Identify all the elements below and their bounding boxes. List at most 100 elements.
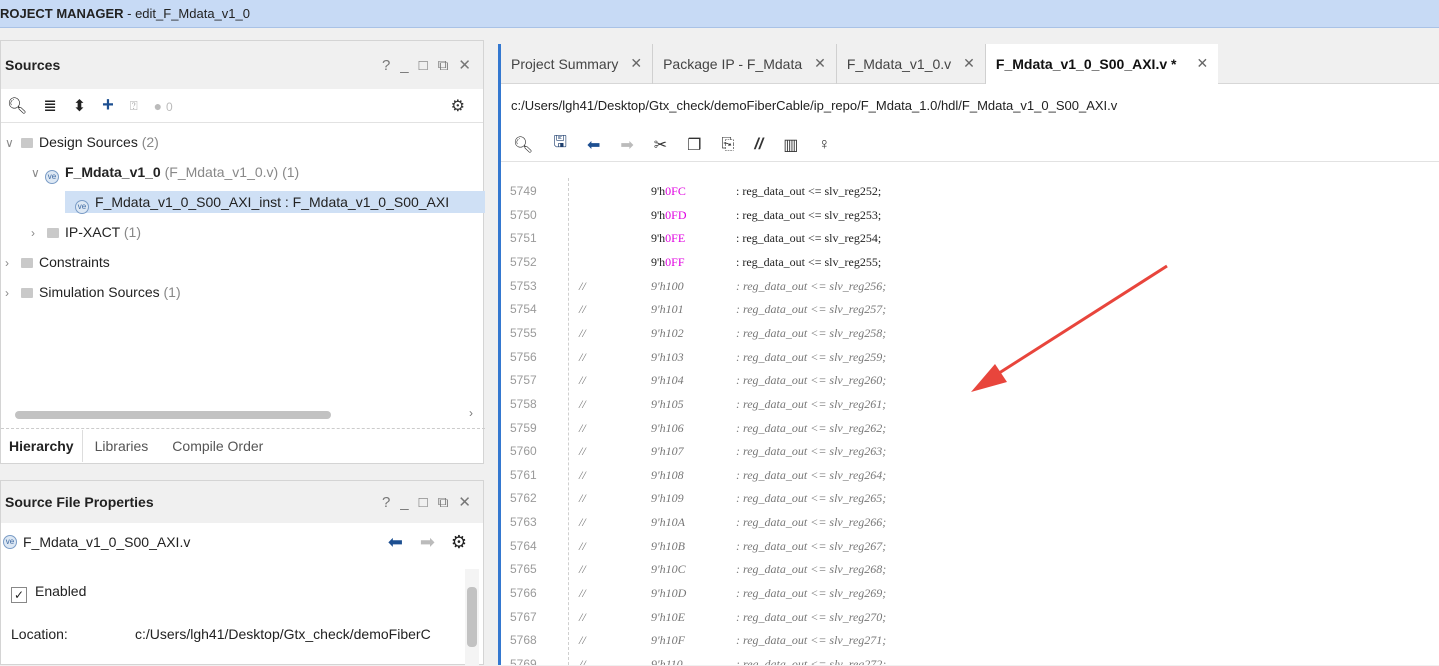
- statement: : reg_data_out <= slv_reg257;: [736, 302, 887, 317]
- vertical-scrollbar[interactable]: [465, 569, 479, 666]
- statement: : reg_data_out <= slv_reg270;: [736, 609, 887, 624]
- case-value: 9'h102: [651, 325, 684, 340]
- statement: : reg_data_out <= slv_reg254;: [736, 231, 882, 246]
- enabled-checkbox-row[interactable]: ✓ Enabled: [11, 583, 86, 603]
- case-value-hex: 0FE: [665, 231, 686, 246]
- tree-item-ipxact[interactable]: › IP-XACT (1): [31, 221, 141, 243]
- horizontal-scrollbar[interactable]: [15, 411, 331, 419]
- chevron-right-icon[interactable]: ›: [31, 222, 45, 244]
- info-icon[interactable]: ⍰: [130, 98, 138, 114]
- gear-icon[interactable]: ⚙: [451, 532, 467, 553]
- statement: : reg_data_out <= slv_reg267;: [736, 538, 887, 553]
- float-icon[interactable]: ⧉: [438, 494, 449, 511]
- case-value: 9'h0FF: [651, 255, 685, 270]
- collapse-all-icon[interactable]: ≣: [43, 96, 56, 116]
- case-value: 9'h103: [651, 349, 684, 364]
- statement: : reg_data_out <= slv_reg260;: [736, 373, 887, 388]
- redo-icon[interactable]: ➡: [620, 135, 633, 155]
- close-icon[interactable]: ✕: [1196, 55, 1208, 72]
- chevron-right-icon[interactable]: ›: [5, 252, 19, 274]
- tree-item-design-sources[interactable]: ∨ Design Sources (2): [5, 131, 159, 153]
- tree-item-instance[interactable]: ve F_Mdata_v1_0_S00_AXI_inst : F_Mdata_v1…: [65, 191, 485, 214]
- add-icon[interactable]: +: [102, 94, 114, 117]
- statement: : reg_data_out <= slv_reg272;: [736, 657, 887, 665]
- comment-marker: //: [579, 515, 586, 530]
- code-editor: Project Summary ✕ Package IP - F_Mdata ✕ F…: [498, 43, 1439, 665]
- help-icon[interactable]: ?: [382, 494, 390, 511]
- sources-title: Sources: [5, 57, 61, 73]
- minimize-icon[interactable]: _: [400, 57, 408, 74]
- code-line: // 9'h106: reg_data_out <= slv_reg262;: [501, 421, 1401, 445]
- location-row: Location: c:/Users/lgh41/Desktop/Gtx_chec…: [11, 626, 431, 642]
- maximize-icon[interactable]: □: [419, 494, 428, 511]
- tree-item-simulation-sources[interactable]: › Simulation Sources (1): [5, 281, 181, 303]
- case-value: 9'h107: [651, 444, 684, 459]
- case-value-hex: 0FF: [665, 254, 685, 269]
- tab-project-summary-label: Project Summary: [511, 55, 619, 72]
- comment-marker: //: [579, 420, 586, 435]
- ipxact-count: (1): [123, 224, 141, 240]
- statement: : reg_data_out <= slv_reg252;: [736, 184, 882, 198]
- enabled-checkbox[interactable]: ✓: [11, 587, 27, 603]
- tab-libraries[interactable]: Libraries: [83, 438, 161, 454]
- editor-tabs: Project Summary ✕ Package IP - F_Mdata ✕ F…: [501, 43, 1439, 84]
- cut-icon[interactable]: ✂: [654, 135, 667, 155]
- tab-s00-axi-label: F_Mdata_v1_0_S00_AXI.v *: [995, 55, 1177, 72]
- tab-s00-axi[interactable]: F_Mdata_v1_0_S00_AXI.v * ✕: [985, 43, 1219, 84]
- tab-package-ip[interactable]: Package IP - F_Mdata ✕: [653, 43, 837, 84]
- gear-icon[interactable]: ⚙: [451, 96, 465, 116]
- save-icon[interactable]: 🖫︎: [553, 131, 567, 158]
- close-icon[interactable]: ✕: [963, 55, 975, 72]
- chevron-right-icon[interactable]: ›: [5, 282, 19, 304]
- statement: : reg_data_out <= slv_reg256;: [736, 278, 887, 293]
- back-arrow-icon[interactable]: ⬅: [388, 532, 403, 553]
- case-value-prefix: 9'h: [651, 207, 666, 222]
- close-icon[interactable]: ✕: [458, 493, 471, 511]
- scroll-right-icon[interactable]: ›: [469, 406, 473, 420]
- float-icon[interactable]: ⧉: [438, 57, 449, 74]
- statement: : reg_data_out <= slv_reg269;: [736, 586, 887, 601]
- forward-arrow-icon[interactable]: ➡: [420, 532, 435, 553]
- close-icon[interactable]: ✕: [630, 55, 642, 72]
- comment-marker: //: [579, 609, 586, 624]
- paste-icon[interactable]: ⎘: [722, 136, 735, 154]
- minimize-icon[interactable]: _: [400, 494, 408, 511]
- folder-icon: [21, 288, 33, 298]
- comment-marker: //: [579, 444, 586, 459]
- tree-item-top-module[interactable]: ∨ ve F_Mdata_v1_0 (F_Mdata_v1_0.v) (1): [31, 161, 299, 184]
- case-value: 9'h106: [651, 420, 684, 435]
- file-properties-title: Source File Properties: [5, 494, 154, 510]
- case-value: 9'h100: [651, 278, 684, 293]
- close-icon[interactable]: ✕: [814, 55, 826, 72]
- comment-icon[interactable]: //: [754, 136, 763, 154]
- code-line: // 9'h109: reg_data_out <= slv_reg265;: [501, 491, 1401, 515]
- expand-all-icon[interactable]: ⬍: [73, 96, 86, 116]
- statement: : reg_data_out <= slv_reg263;: [736, 444, 887, 459]
- maximize-icon[interactable]: □: [419, 57, 428, 74]
- copy-icon[interactable]: ❐: [687, 135, 701, 155]
- statement: : reg_data_out <= slv_reg261;: [736, 396, 887, 411]
- columns-icon[interactable]: ▥: [783, 135, 798, 155]
- case-value: 9'h10F: [651, 633, 685, 648]
- help-icon[interactable]: ?: [382, 57, 390, 74]
- left-pane: Sources ? _ □ ⧉ ✕ 🔍︎ ≣ ⬍ + ⍰ ● 0 ⚙ ∨ Desi…: [0, 40, 486, 666]
- tab-project-summary[interactable]: Project Summary ✕: [501, 43, 654, 84]
- undo-icon[interactable]: ⬅: [587, 135, 600, 155]
- chevron-down-icon[interactable]: ∨: [31, 162, 45, 184]
- title-suffix: - edit_F_Mdata_v1_0: [123, 6, 250, 21]
- code-line: // 9'h107 : reg_data_out <= slv_reg263;: [501, 444, 1401, 468]
- search-icon[interactable]: 🔍︎: [7, 96, 27, 116]
- case-value: 9'h0FC: [651, 184, 686, 199]
- tree-item-constraints[interactable]: › Constraints: [5, 251, 110, 273]
- tab-hierarchy[interactable]: Hierarchy: [1, 429, 83, 462]
- search-icon[interactable]: 🔍︎: [513, 135, 533, 155]
- tab-f-mdata-v1-0[interactable]: F_Mdata_v1_0.v ✕: [837, 43, 986, 84]
- tab-compile-order[interactable]: Compile Order: [160, 438, 275, 454]
- chevron-down-icon[interactable]: ∨: [5, 132, 19, 154]
- lightbulb-icon[interactable]: ♀: [818, 136, 830, 154]
- file-path: c:/Users/lgh41/Desktop/Gtx_check/demoFib…: [501, 84, 1439, 128]
- sources-bottom-tabs: Hierarchy Libraries Compile Order: [1, 428, 485, 462]
- sources-header: Sources ? _ □ ⧉ ✕: [1, 41, 483, 89]
- close-icon[interactable]: ✕: [458, 56, 471, 74]
- case-value-prefix: 9'h: [651, 231, 666, 246]
